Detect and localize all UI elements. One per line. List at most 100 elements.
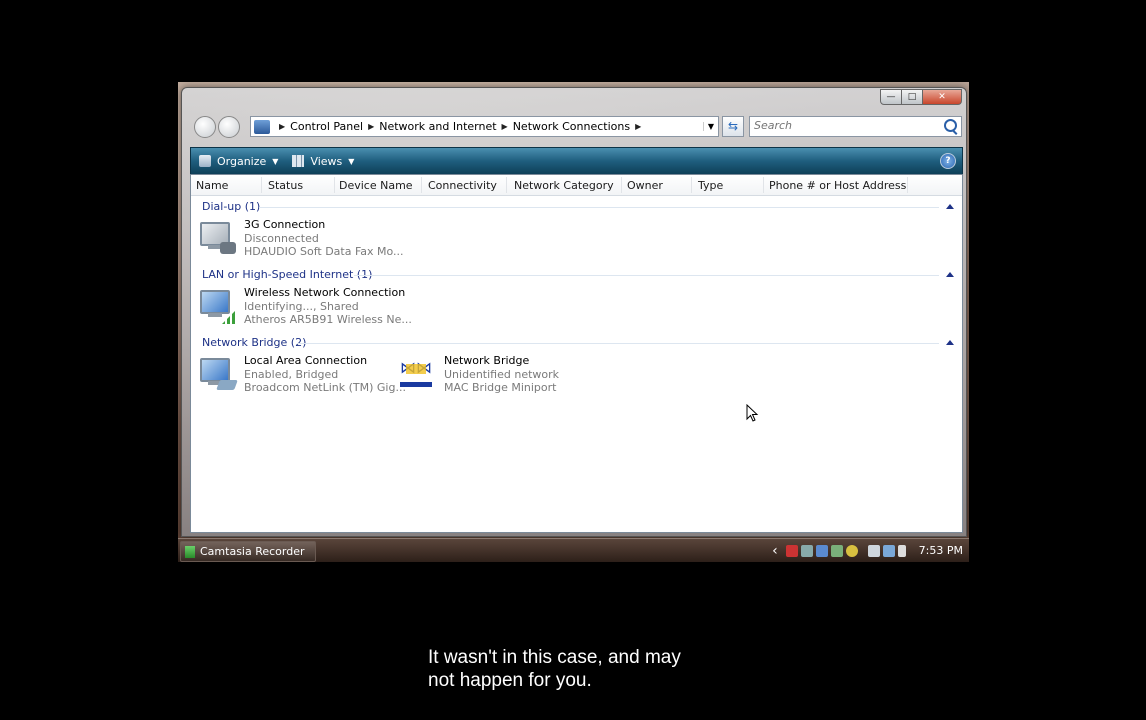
breadcrumb-arrow-icon[interactable]: ▶ [635, 122, 641, 131]
breadcrumb-network-connections[interactable]: Network Connections [513, 120, 630, 133]
column-name[interactable]: Name [196, 179, 228, 192]
item-name: Wireless Network Connection [244, 286, 406, 299]
group-network-bridge-title[interactable]: Network Bridge (2) [202, 336, 306, 349]
video-subtitle: It wasn't in this case, and may not happ… [428, 646, 748, 692]
organize-button[interactable]: Organize ▼ [199, 155, 278, 168]
tray-volume-icon[interactable] [897, 544, 906, 557]
monitor-stand [208, 313, 222, 317]
item-status: Disconnected [244, 232, 319, 245]
back-button[interactable] [194, 116, 216, 138]
column-owner[interactable]: Owner [627, 179, 663, 192]
address-bar[interactable]: ▶ Control Panel ▶ Network and Internet ▶… [250, 116, 719, 137]
column-status[interactable]: Status [268, 179, 303, 192]
tray-app-icon[interactable] [800, 544, 813, 557]
group-divider [297, 343, 939, 344]
views-icon [292, 155, 305, 167]
column-device-name[interactable]: Device Name [339, 179, 413, 192]
column-connectivity[interactable]: Connectivity [428, 179, 497, 192]
views-button[interactable]: Views ▼ [292, 155, 354, 168]
monitor-shape [200, 290, 230, 314]
column-separator[interactable] [261, 177, 262, 193]
chevron-up-icon[interactable] [946, 340, 954, 345]
network-cable-icon [216, 380, 238, 390]
breadcrumb-arrow-icon[interactable]: ▶ [502, 122, 508, 131]
tray-record-icon[interactable] [785, 544, 798, 557]
tray-clock[interactable]: 7:53 PM [919, 544, 963, 557]
network-bridge-icon [398, 354, 440, 394]
group-divider [259, 207, 939, 208]
breadcrumb-arrow-icon[interactable]: ▶ [279, 122, 285, 131]
column-separator[interactable] [334, 177, 335, 193]
chevron-down-icon: ▼ [272, 156, 279, 166]
tray-display-icon[interactable] [815, 544, 828, 557]
column-header: Name Status Device Name Connectivity Net… [191, 175, 962, 196]
column-separator[interactable] [506, 177, 507, 193]
item-device: Broadcom NetLink (TM) Gig... [244, 381, 406, 394]
navigation-row: ▶ Control Panel ▶ Network and Internet ▶… [190, 115, 962, 139]
taskbar: Camtasia Recorder ‹ 7:53 PM [178, 538, 969, 562]
tray-security-icon[interactable] [845, 544, 858, 557]
item-device: MAC Bridge Miniport [444, 381, 557, 394]
views-label: Views [310, 154, 343, 168]
bridge-shape [400, 358, 432, 387]
help-button[interactable]: ? [940, 153, 956, 169]
group-dialup-title[interactable]: Dial-up (1) [202, 200, 260, 213]
close-button[interactable]: ✕ [923, 89, 962, 105]
file-list-pane: Name Status Device Name Connectivity Net… [190, 174, 963, 533]
item-name: Local Area Connection [244, 354, 368, 367]
wireless-network-icon [198, 286, 240, 326]
tray-network-icon[interactable] [882, 544, 895, 557]
monitor-shape [200, 358, 230, 382]
system-tray: ‹ 7:53 PM [772, 541, 963, 560]
column-phone-or-host-address[interactable]: Phone # or Host Address [769, 179, 906, 192]
address-dropdown-icon[interactable]: ▼ [703, 122, 718, 131]
taskbar-button-camtasia-recorder[interactable]: Camtasia Recorder [180, 541, 316, 562]
search-icon[interactable] [944, 119, 957, 132]
tray-expand-icon[interactable]: ‹ [772, 543, 778, 559]
column-network-category[interactable]: Network Category [514, 179, 614, 192]
desktop: — □ ✕ ▶ Control Panel ▶ Network and Inte… [178, 82, 969, 562]
modem-badge [220, 242, 236, 254]
column-separator[interactable] [691, 177, 692, 193]
organize-label: Organize [217, 154, 267, 168]
refresh-button[interactable]: ⇆ [722, 116, 744, 137]
lan-network-icon [198, 354, 240, 394]
subtitle-line: not happen for you. [428, 670, 592, 691]
minimize-button[interactable]: — [880, 89, 902, 105]
list-item-local-area-connection[interactable]: Local Area Connection Enabled, Bridged B… [198, 354, 406, 396]
subtitle-line: It wasn't in this case, and may [428, 647, 681, 668]
group-lan-title[interactable]: LAN or High-Speed Internet (1) [202, 268, 372, 281]
forward-button[interactable] [218, 116, 240, 138]
search-input[interactable] [750, 117, 938, 134]
organize-icon [199, 155, 211, 167]
column-separator[interactable] [763, 177, 764, 193]
breadcrumb-control-panel[interactable]: Control Panel [290, 120, 363, 133]
column-separator[interactable] [421, 177, 422, 193]
chevron-up-icon[interactable] [946, 272, 954, 277]
breadcrumb-arrow-icon[interactable]: ▶ [368, 122, 374, 131]
command-bar: Organize ▼ Views ▼ ? [190, 147, 963, 175]
tray-app-icon[interactable] [830, 544, 843, 557]
list-item-wireless-network-connection[interactable]: Wireless Network Connection Identifying.… [198, 286, 412, 328]
list-item-3g-connection[interactable]: 3G Connection Disconnected HDAUDIO Soft … [198, 218, 404, 260]
breadcrumb-network-and-internet[interactable]: Network and Internet [379, 120, 496, 133]
taskbar-button-label: Camtasia Recorder [200, 545, 305, 558]
camtasia-icon [185, 545, 195, 558]
group-divider [354, 275, 939, 276]
search-box[interactable] [749, 116, 962, 137]
list-item-network-bridge[interactable]: Network Bridge Unidentified network MAC … [398, 354, 598, 396]
tray-power-icon[interactable] [867, 544, 880, 557]
column-separator[interactable] [907, 177, 908, 193]
item-name: 3G Connection [244, 218, 326, 231]
item-status: Enabled, Bridged [244, 368, 339, 381]
chevron-up-icon[interactable] [946, 204, 954, 209]
item-device: HDAUDIO Soft Data Fax Mo... [244, 245, 404, 258]
chevron-down-icon: ▼ [348, 156, 355, 166]
control-panel-icon [254, 119, 270, 134]
column-type[interactable]: Type [698, 179, 723, 192]
column-separator[interactable] [621, 177, 622, 193]
caption-buttons: — □ ✕ [880, 89, 962, 105]
item-status: Unidentified network [444, 368, 560, 381]
item-name: Network Bridge [444, 354, 530, 367]
maximize-button[interactable]: □ [902, 89, 923, 105]
